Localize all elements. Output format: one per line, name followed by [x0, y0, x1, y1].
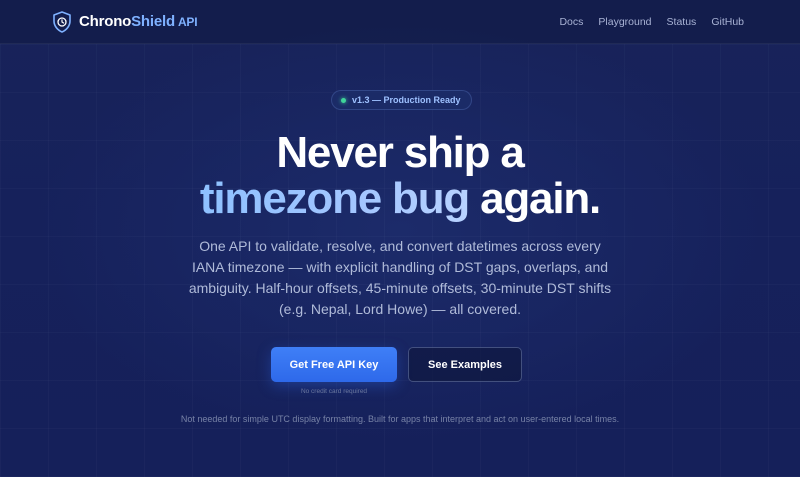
version-badge: v1.3 — Production Ready [331, 90, 472, 110]
brand-logo[interactable]: ChronoShield API [52, 10, 198, 33]
hero-headline: Never ship a timezone bug again. [0, 130, 800, 222]
hero-footnote: Not needed for simple UTC display format… [180, 414, 620, 424]
brand-name-part1: Chrono [79, 13, 132, 30]
headline-accent: timezone bug [199, 174, 470, 223]
headline-line1: Never ship a [276, 128, 524, 177]
cta-note: No credit card required [300, 388, 368, 395]
brand-name: ChronoShield API [79, 13, 198, 30]
brand-name-part2: Shield [131, 13, 175, 30]
headline-line2-end: again. [480, 174, 601, 223]
see-examples-button[interactable]: See Examples [408, 347, 522, 382]
top-nav: Docs Playground Status GitHub [559, 16, 744, 28]
landing-page: ChronoShield API Docs Playground Status G… [0, 0, 800, 477]
site-header: ChronoShield API Docs Playground Status G… [0, 0, 800, 44]
nav-playground[interactable]: Playground [598, 16, 651, 28]
nav-docs[interactable]: Docs [559, 16, 583, 28]
version-badge-label: v1.3 — Production Ready [352, 95, 461, 105]
headline-line2: timezone bug again. [0, 176, 800, 222]
shield-clock-icon [53, 10, 71, 33]
brand-suffix: API [177, 15, 198, 29]
nav-github[interactable]: GitHub [711, 16, 744, 28]
nav-status[interactable]: Status [667, 16, 697, 28]
get-api-key-button[interactable]: Get Free API Key [271, 347, 397, 382]
hero-description: One API to validate, resolve, and conver… [188, 238, 612, 317]
status-dot-icon [341, 97, 346, 103]
